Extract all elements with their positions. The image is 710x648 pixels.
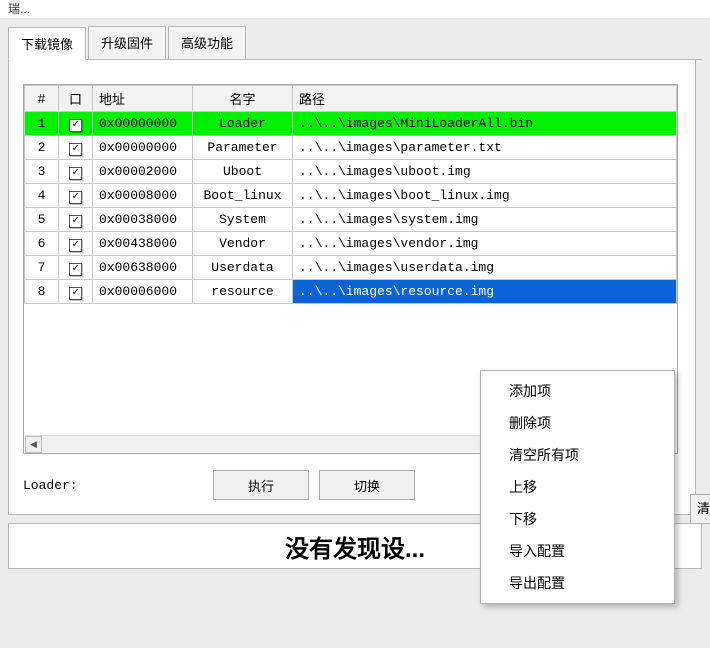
checkbox-icon[interactable]: ✓ (69, 239, 82, 252)
clear-button[interactable]: 清空 (690, 494, 710, 524)
cell-path[interactable]: ..\..\images\system.img (293, 208, 677, 232)
loader-label: Loader: (23, 478, 203, 493)
cell-name[interactable]: resource (193, 280, 293, 304)
checkbox-icon[interactable]: ✓ (69, 167, 82, 180)
checkbox-icon[interactable]: ✓ (69, 191, 82, 204)
context-menu-item-5[interactable]: 导入配置 (481, 535, 674, 567)
cell-index: 4 (25, 184, 59, 208)
cell-path[interactable]: ..\..\images\MiniLoaderAll.bin (293, 112, 677, 136)
cell-checkbox[interactable]: ✓ (59, 280, 93, 304)
checkbox-icon[interactable]: ✓ (69, 215, 82, 228)
header-name[interactable]: 名字 (193, 86, 293, 112)
cell-address[interactable]: 0x00638000 (93, 256, 193, 280)
context-menu: 添加项删除项清空所有项上移下移导入配置导出配置 (480, 370, 675, 604)
table-row[interactable]: 5 ✓ 0x00038000System..\..\images\system.im… (25, 208, 677, 232)
cell-path[interactable]: ..\..\images\userdata.img (293, 256, 677, 280)
context-menu-item-4[interactable]: 下移 (481, 503, 674, 535)
table-row[interactable]: 3 ✓ 0x00002000Uboot..\..\images\uboot.img (25, 160, 677, 184)
cell-name[interactable]: System (193, 208, 293, 232)
cell-index: 8 (25, 280, 59, 304)
context-menu-item-6[interactable]: 导出配置 (481, 567, 674, 599)
cell-index: 5 (25, 208, 59, 232)
cell-address[interactable]: 0x00038000 (93, 208, 193, 232)
checkbox-icon[interactable]: ✓ (69, 287, 82, 300)
checkbox-icon[interactable]: ✓ (69, 263, 82, 276)
table-row[interactable]: 7 ✓ 0x00638000Userdata..\..\images\userdat… (25, 256, 677, 280)
table-row[interactable]: 1 ✓ 0x00000000Loader..\..\images\MiniLoade… (25, 112, 677, 136)
cell-checkbox[interactable]: ✓ (59, 136, 93, 160)
cell-name[interactable]: Parameter (193, 136, 293, 160)
checkbox-icon[interactable]: ✓ (69, 119, 82, 132)
table-row[interactable]: 4 ✓ 0x00008000Boot_linux..\..\images\boot_… (25, 184, 677, 208)
checkbox-icon[interactable]: ✓ (69, 143, 82, 156)
cell-path[interactable]: ..\..\images\vendor.img (293, 232, 677, 256)
header-index[interactable]: # (25, 86, 59, 112)
header-path[interactable]: 路径 (293, 86, 677, 112)
table-header-row: # 口 地址 名字 路径 (25, 86, 677, 112)
cell-index: 1 (25, 112, 59, 136)
status-text: 没有发现设... (285, 529, 425, 564)
window-titlebar: 瑞... (0, 0, 710, 18)
tab-1[interactable]: 升级固件 (88, 26, 166, 59)
tab-2[interactable]: 高级功能 (168, 26, 246, 59)
cell-checkbox[interactable]: ✓ (59, 232, 93, 256)
context-menu-item-1[interactable]: 删除项 (481, 407, 674, 439)
cell-index: 2 (25, 136, 59, 160)
header-address[interactable]: 地址 (93, 86, 193, 112)
cell-name[interactable]: Boot_linux (193, 184, 293, 208)
cell-checkbox[interactable]: ✓ (59, 112, 93, 136)
cell-address[interactable]: 0x00002000 (93, 160, 193, 184)
cell-address[interactable]: 0x00000000 (93, 136, 193, 160)
cell-checkbox[interactable]: ✓ (59, 208, 93, 232)
scroll-left-icon[interactable]: ◀ (25, 436, 42, 453)
cell-index: 3 (25, 160, 59, 184)
cell-address[interactable]: 0x00000000 (93, 112, 193, 136)
cell-checkbox[interactable]: ✓ (59, 184, 93, 208)
cell-path[interactable]: ..\..\images\boot_linux.img (293, 184, 677, 208)
cell-address[interactable]: 0x00008000 (93, 184, 193, 208)
run-button[interactable]: 执行 (213, 470, 309, 500)
cell-address[interactable]: 0x00006000 (93, 280, 193, 304)
clear-button-label: 清空 (697, 501, 710, 524)
table-row[interactable]: 6 ✓ 0x00438000Vendor..\..\images\vendor.im… (25, 232, 677, 256)
tab-strip: 下载镜像升级固件高级功能 (8, 26, 702, 60)
cell-path[interactable]: ..\..\images\parameter.txt (293, 136, 677, 160)
cell-path[interactable]: ..\..\images\resource.img (293, 280, 677, 304)
header-check[interactable]: 口 (59, 86, 93, 112)
cell-checkbox[interactable]: ✓ (59, 160, 93, 184)
window-title: 瑞... (8, 2, 30, 16)
table-row[interactable]: 2 ✓ 0x00000000Parameter..\..\images\parame… (25, 136, 677, 160)
cell-name[interactable]: Vendor (193, 232, 293, 256)
context-menu-item-0[interactable]: 添加项 (481, 375, 674, 407)
image-table: # 口 地址 名字 路径 1✓0x00000000Loader..\..\ima… (24, 85, 677, 304)
cell-index: 6 (25, 232, 59, 256)
cell-checkbox[interactable]: ✓ (59, 256, 93, 280)
cell-address[interactable]: 0x00438000 (93, 232, 193, 256)
switch-button[interactable]: 切换 (319, 470, 415, 500)
cell-name[interactable]: Loader (193, 112, 293, 136)
context-menu-item-2[interactable]: 清空所有项 (481, 439, 674, 471)
cell-path[interactable]: ..\..\images\uboot.img (293, 160, 677, 184)
cell-index: 7 (25, 256, 59, 280)
table-row[interactable]: 8 ✓ 0x00006000resource..\..\images\resourc… (25, 280, 677, 304)
cell-name[interactable]: Uboot (193, 160, 293, 184)
context-menu-item-3[interactable]: 上移 (481, 471, 674, 503)
cell-name[interactable]: Userdata (193, 256, 293, 280)
tab-0[interactable]: 下载镜像 (8, 27, 86, 60)
